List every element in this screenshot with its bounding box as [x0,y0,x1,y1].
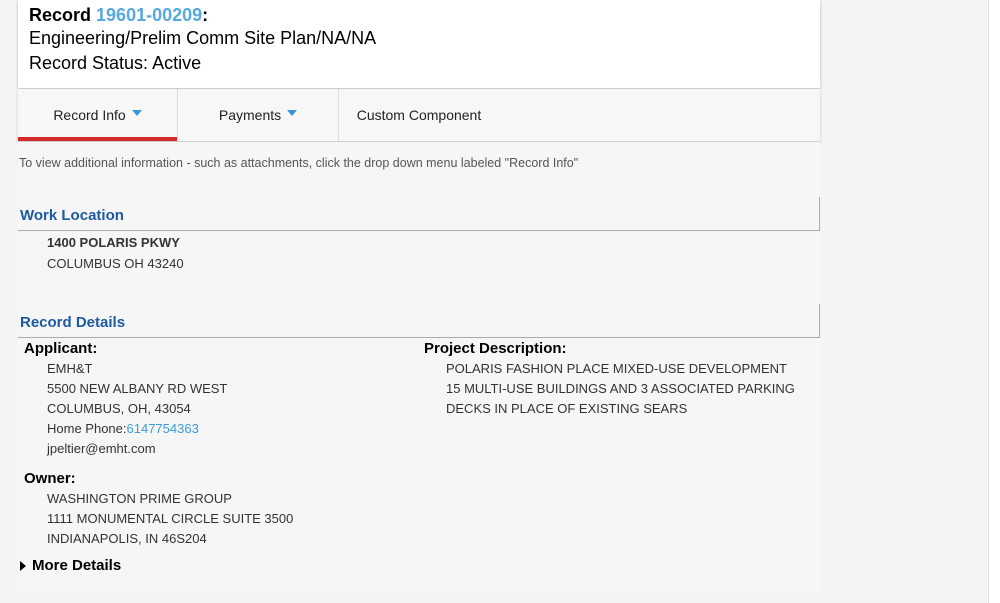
tab-record-info[interactable]: Record Info [18,89,178,141]
tab-payments[interactable]: Payments [178,89,339,141]
caret-down-icon [287,110,298,116]
tab-custom-component[interactable]: Custom Component [339,89,499,141]
record-details-divider-edge [819,304,820,338]
applicant-phone-row: Home Phone:6147754363 [47,421,199,436]
applicant-phone-label: Home Phone: [47,421,127,436]
applicant-label: Applicant: [24,340,98,357]
work-location-divider [18,230,820,231]
tab-record-info-label: Record Info [53,107,126,123]
tab-custom-component-label: Custom Component [356,107,482,123]
record-details-title: Record Details [20,314,126,331]
record-colon: : [202,5,209,25]
record-prefix: Record [29,5,92,25]
record-details-divider [18,337,820,338]
project-description-line1: POLARIS FASHION PLACE MIXED-USE DEVELOPM… [446,361,787,376]
applicant-phone-link[interactable]: 6147754363 [127,421,199,436]
owner-label: Owner: [24,470,76,487]
work-location-title: Work Location [20,207,124,224]
caret-down-icon [131,110,142,116]
applicant-email: jpeltier@emht.com [47,441,156,456]
tab-payments-label: Payments [218,107,282,123]
applicant-city: COLUMBUS, OH, 43054 [47,401,191,416]
more-details-label: More Details [32,557,122,574]
applicant-name: EMH&T [47,361,93,376]
record-tabs: Record Info Payments Custom Component [18,89,820,141]
work-location-address-line2: COLUMBUS OH 43240 [47,256,184,271]
record-type: Engineering/Prelim Comm Site Plan/NA/NA [29,28,377,48]
record-number: 19601-00209 [96,5,203,25]
project-description-line3: DECKS IN PLACE OF EXISTING SEARS [446,401,688,416]
owner-street: 1111 MONUMENTAL CIRCLE SUITE 3500 [47,511,294,526]
record-detail-page: Record 19601-00209: Engineering/Prelim C… [0,0,1000,603]
project-description-label: Project Description: [424,340,567,357]
right-scroll-edge [988,0,1000,603]
caret-right-icon [20,560,26,571]
owner-city: INDIANAPOLIS, IN 46S204 [47,531,207,546]
applicant-street: 5500 NEW ALBANY RD WEST [47,381,228,396]
record-header: Record 19601-00209: Engineering/Prelim C… [18,0,820,88]
owner-name: WASHINGTON PRIME GROUP [47,491,232,506]
work-location-divider-edge [819,197,820,231]
record-status: Record Status: Active [29,53,202,73]
work-location-address-line1: 1400 POLARIS PKWY [47,235,180,250]
record-info-hint: To view additional information - such as… [19,156,579,170]
more-details-toggle[interactable]: More Details [20,557,121,574]
record-title: Record 19601-00209: [29,4,820,26]
project-description-line2: 15 MULTI-USE BUILDINGS AND 3 ASSOCIATED … [446,381,795,396]
